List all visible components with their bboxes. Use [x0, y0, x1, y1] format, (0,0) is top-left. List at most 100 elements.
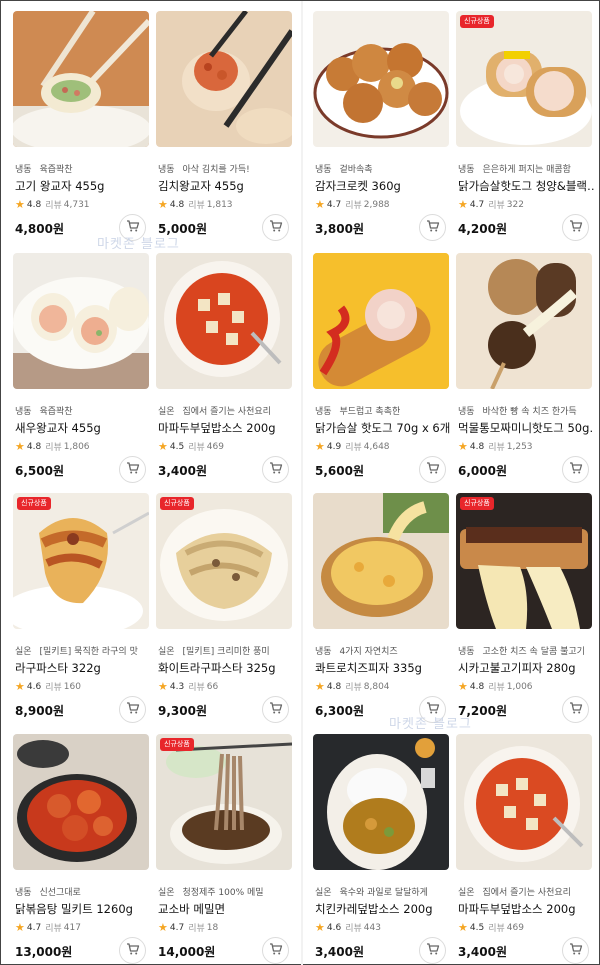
product-card[interactable]: 냉동 부드럽고 촉촉한 닭가슴살 핫도그 70g x 6개입 ★ 4.9 리뷰 … [313, 253, 451, 483]
product-name[interactable]: 시카고불고기피자 280g [458, 660, 594, 676]
product-card[interactable]: 신규상품 실온 청정제주 100% 메밀 교소바 메밀면 ★ 4.7 리뷰 18… [156, 734, 292, 964]
product-card[interactable]: 신규상품 실온 [밀키트] 묵직한 라구의 맛 라구파스타 322g ★ 4.6… [13, 493, 149, 723]
product-image[interactable]: 신규상품 [156, 493, 292, 629]
product-card[interactable]: 신규상품 냉동 은은하게 퍼지는 매콤함 닭가슴살핫도그 청양&블랙… ★ 4.… [456, 11, 594, 241]
star-icon: ★ [315, 680, 325, 693]
product-image[interactable] [313, 253, 449, 389]
product-price: 4,200원 [458, 222, 507, 236]
product-name[interactable]: 감자크로켓 360g [315, 178, 451, 194]
cart-icon [126, 460, 140, 479]
product-image[interactable] [156, 253, 292, 389]
product-price: 6,300원 [315, 704, 364, 718]
product-rating: ★ 4.5 리뷰 469 [158, 440, 224, 453]
product-name[interactable]: 교소바 메밀면 [158, 901, 294, 917]
add-to-cart-button[interactable] [119, 937, 146, 964]
product-price: 3,400원 [315, 945, 364, 959]
product-card[interactable]: 냉동 신선그대로 닭볶음탕 밀키트 1260g ★ 4.7 리뷰 417 13,… [13, 734, 149, 964]
product-tagline: 집에서 즐기는 사천요리 [182, 407, 271, 417]
product-image[interactable] [13, 11, 149, 147]
add-to-cart-button[interactable] [119, 456, 146, 483]
add-to-cart-button[interactable] [419, 456, 446, 483]
add-to-cart-button[interactable] [419, 214, 446, 241]
add-to-cart-button[interactable] [119, 696, 146, 723]
product-grid: 냉동 육즙꽉찬 고기 왕교자 455g ★ 4.8 리뷰 4,731 4,800… [1, 1, 600, 965]
add-to-cart-button[interactable] [562, 214, 589, 241]
product-image[interactable] [456, 734, 592, 870]
review-label: 리뷰 [488, 683, 505, 693]
rating-score: 4.8 [469, 681, 485, 692]
product-name[interactable]: 치킨카레덮밥소스 200g [315, 901, 451, 917]
product-rating: ★ 4.9 리뷰 4,648 [315, 440, 390, 453]
add-to-cart-button[interactable] [419, 937, 446, 964]
product-tagline: 4가지 자연치즈 [339, 647, 398, 657]
product-name[interactable]: 마파두부덮밥소스 200g [458, 901, 594, 917]
product-card[interactable]: 실온 육수와 과일로 달달하게 치킨카레덮밥소스 200g ★ 4.6 리뷰 4… [313, 734, 449, 964]
product-card[interactable]: 냉동 육즙꽉찬 고기 왕교자 455g ★ 4.8 리뷰 4,731 4,800… [13, 11, 149, 241]
product-rating: ★ 4.7 리뷰 322 [458, 198, 524, 211]
product-price: 3,400원 [158, 464, 207, 478]
review-count: 2,988 [363, 199, 390, 210]
product-card[interactable]: 실온 집에서 즐기는 사천요리 마파두부덮밥소스 200g ★ 4.5 리뷰 4… [456, 734, 592, 964]
cart-icon [426, 218, 440, 237]
product-image[interactable]: 신규상품 [456, 11, 592, 147]
product-name[interactable]: 닭가슴살핫도그 청양&블랙… [458, 178, 594, 194]
product-tagline: 청정제주 100% 메밀 [182, 888, 264, 898]
storage-type: 냉동 [458, 165, 475, 175]
product-image[interactable] [313, 11, 449, 147]
rating-score: 4.3 [169, 681, 185, 692]
product-card[interactable]: 냉동 육즙꽉찬 새우왕교자 455g ★ 4.8 리뷰 1,806 6,500원 [13, 253, 149, 483]
product-card[interactable]: 신규상품 냉동 고소한 치즈 속 달콤 불고기 시카고불고기피자 280g ★ … [456, 493, 592, 723]
product-tagline: 육즙꽉찬 [39, 165, 73, 175]
cart-icon [426, 941, 440, 960]
product-name[interactable]: 라구파스타 322g [15, 660, 151, 676]
product-card[interactable]: 신규상품 실온 [밀키트] 크리미한 풍미 화이트라구파스타 325g ★ 4.… [156, 493, 292, 723]
product-name[interactable]: 마파두부덮밥소스 200g [158, 420, 294, 436]
product-card[interactable]: 실온 집에서 즐기는 사천요리 마파두부덮밥소스 200g ★ 4.5 리뷰 4… [156, 253, 292, 483]
product-name[interactable]: 먹물통모짜미니핫도그 50g… [458, 420, 594, 436]
product-name[interactable]: 콰트로치즈피자 335g [315, 660, 451, 676]
product-image[interactable] [13, 734, 149, 870]
new-product-badge: 신규상품 [160, 738, 194, 751]
add-to-cart-button[interactable] [562, 937, 589, 964]
product-subtitle: 냉동 부드럽고 촉촉한 [315, 404, 451, 417]
add-to-cart-button[interactable] [262, 456, 289, 483]
product-image[interactable] [313, 493, 449, 629]
product-name[interactable]: 새우왕교자 455g [15, 420, 151, 436]
product-image[interactable]: 신규상품 [456, 493, 592, 629]
add-to-cart-button[interactable] [262, 937, 289, 964]
product-price: 5,600원 [315, 464, 364, 478]
product-tagline: 집에서 즐기는 사천요리 [482, 888, 571, 898]
review-count: 322 [506, 199, 524, 210]
rating-score: 4.9 [326, 441, 342, 452]
add-to-cart-button[interactable] [262, 214, 289, 241]
product-card[interactable]: 냉동 겉바속촉 감자크로켓 360g ★ 4.7 리뷰 2,988 3,800원 [313, 11, 449, 241]
star-icon: ★ [158, 680, 168, 693]
product-image[interactable] [13, 253, 149, 389]
product-tagline: 육즙꽉찬 [39, 407, 73, 417]
new-product-badge: 신규상품 [460, 15, 494, 28]
review-count: 1,813 [206, 199, 233, 210]
star-icon: ★ [15, 680, 25, 693]
product-image[interactable]: 신규상품 [156, 734, 292, 870]
product-name[interactable]: 김치왕교자 455g [158, 178, 294, 194]
add-to-cart-button[interactable] [562, 456, 589, 483]
product-card[interactable]: 냉동 바삭한 빵 속 치즈 한가득 먹물통모짜미니핫도그 50g… ★ 4.8 … [456, 253, 594, 483]
review-label: 리뷰 [188, 201, 205, 211]
storage-type: 실온 [158, 407, 175, 417]
product-name[interactable]: 닭볶음탕 밀키트 1260g [15, 901, 151, 917]
product-image[interactable]: 신규상품 [13, 493, 149, 629]
product-image[interactable] [156, 11, 292, 147]
product-card[interactable]: 냉동 아삭 김치를 가득! 김치왕교자 455g ★ 4.8 리뷰 1,813 … [156, 11, 292, 241]
add-to-cart-button[interactable] [562, 696, 589, 723]
product-card[interactable]: 냉동 4가지 자연치즈 콰트로치즈피자 335g ★ 4.8 리뷰 8,804 … [313, 493, 449, 723]
storage-type: 냉동 [458, 647, 475, 657]
rating-score: 4.7 [469, 199, 485, 210]
add-to-cart-button[interactable] [262, 696, 289, 723]
product-name[interactable]: 닭가슴살 핫도그 70g x 6개입 [315, 420, 451, 436]
review-label: 리뷰 [345, 924, 362, 934]
product-image[interactable] [456, 253, 592, 389]
product-image[interactable] [313, 734, 449, 870]
product-name[interactable]: 고기 왕교자 455g [15, 178, 151, 194]
cart-icon [269, 460, 283, 479]
product-name[interactable]: 화이트라구파스타 325g [158, 660, 294, 676]
